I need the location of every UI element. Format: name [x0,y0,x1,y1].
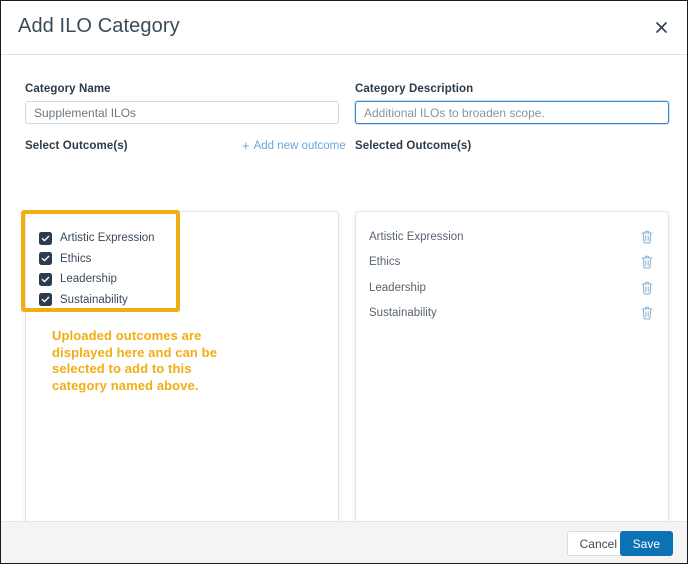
selected-outcomes-label: Selected Outcome(s) [355,140,472,152]
selected-outcome-list: Artistic Expression Ethics Leadership Susta… [356,212,668,326]
outcome-checkbox[interactable] [39,252,52,266]
outcome-row[interactable]: Leadership [26,269,338,290]
trash-icon[interactable] [640,229,654,245]
modal-footer: Cancel Save [1,521,687,563]
outcome-list: Artistic Expression Ethics Leadership Susta… [26,212,338,310]
modal-dialog: Add ILO Category Category Name Category … [0,0,688,564]
save-button[interactable]: Save [619,531,673,556]
annotation-text: Uploaded outcomes are displayed here and… [52,328,218,393]
outcome-row[interactable]: Artistic Expression [26,228,338,249]
category-name-label: Category Name [25,83,111,95]
outcome-row[interactable]: Ethics [26,249,338,270]
category-description-input[interactable] [355,101,669,124]
modal-header: Add ILO Category [1,1,687,55]
plus-icon: + [242,138,250,153]
close-icon[interactable] [649,15,673,39]
outcome-checkbox[interactable] [39,293,52,307]
outcome-row[interactable]: Sustainability [26,290,338,311]
selected-outcome-label: Artistic Expression [369,230,464,243]
category-name-input[interactable] [25,101,339,124]
modal-title: Add ILO Category [18,15,180,37]
selected-outcomes-panel: Artistic Expression Ethics Leadership Susta… [355,211,669,552]
add-new-outcome-button[interactable]: + Add new outcome [242,139,346,152]
selected-outcome-row: Leadership [356,275,668,301]
modal-body: Category Name Category Description Selec… [1,55,687,552]
selected-outcome-label: Leadership [369,281,426,294]
selected-outcome-row: Sustainability [356,301,668,327]
trash-icon[interactable] [640,254,654,270]
selected-outcome-row: Ethics [356,250,668,276]
select-outcomes-label: Select Outcome(s) [25,140,128,152]
selected-outcome-label: Sustainability [369,307,437,320]
outcome-label: Leadership [60,273,117,286]
outcome-label: Sustainability [60,293,128,306]
trash-icon[interactable] [640,305,654,321]
add-new-outcome-label: Add new outcome [253,139,346,152]
category-description-label: Category Description [355,83,474,95]
outcome-label: Ethics [60,252,92,265]
outcome-label: Artistic Expression [60,232,155,245]
selected-outcome-row: Artistic Expression [356,224,668,250]
trash-icon[interactable] [640,280,654,296]
outcome-checkbox[interactable] [39,231,52,245]
selected-outcome-label: Ethics [369,256,401,269]
outcome-checkbox[interactable] [39,272,52,286]
